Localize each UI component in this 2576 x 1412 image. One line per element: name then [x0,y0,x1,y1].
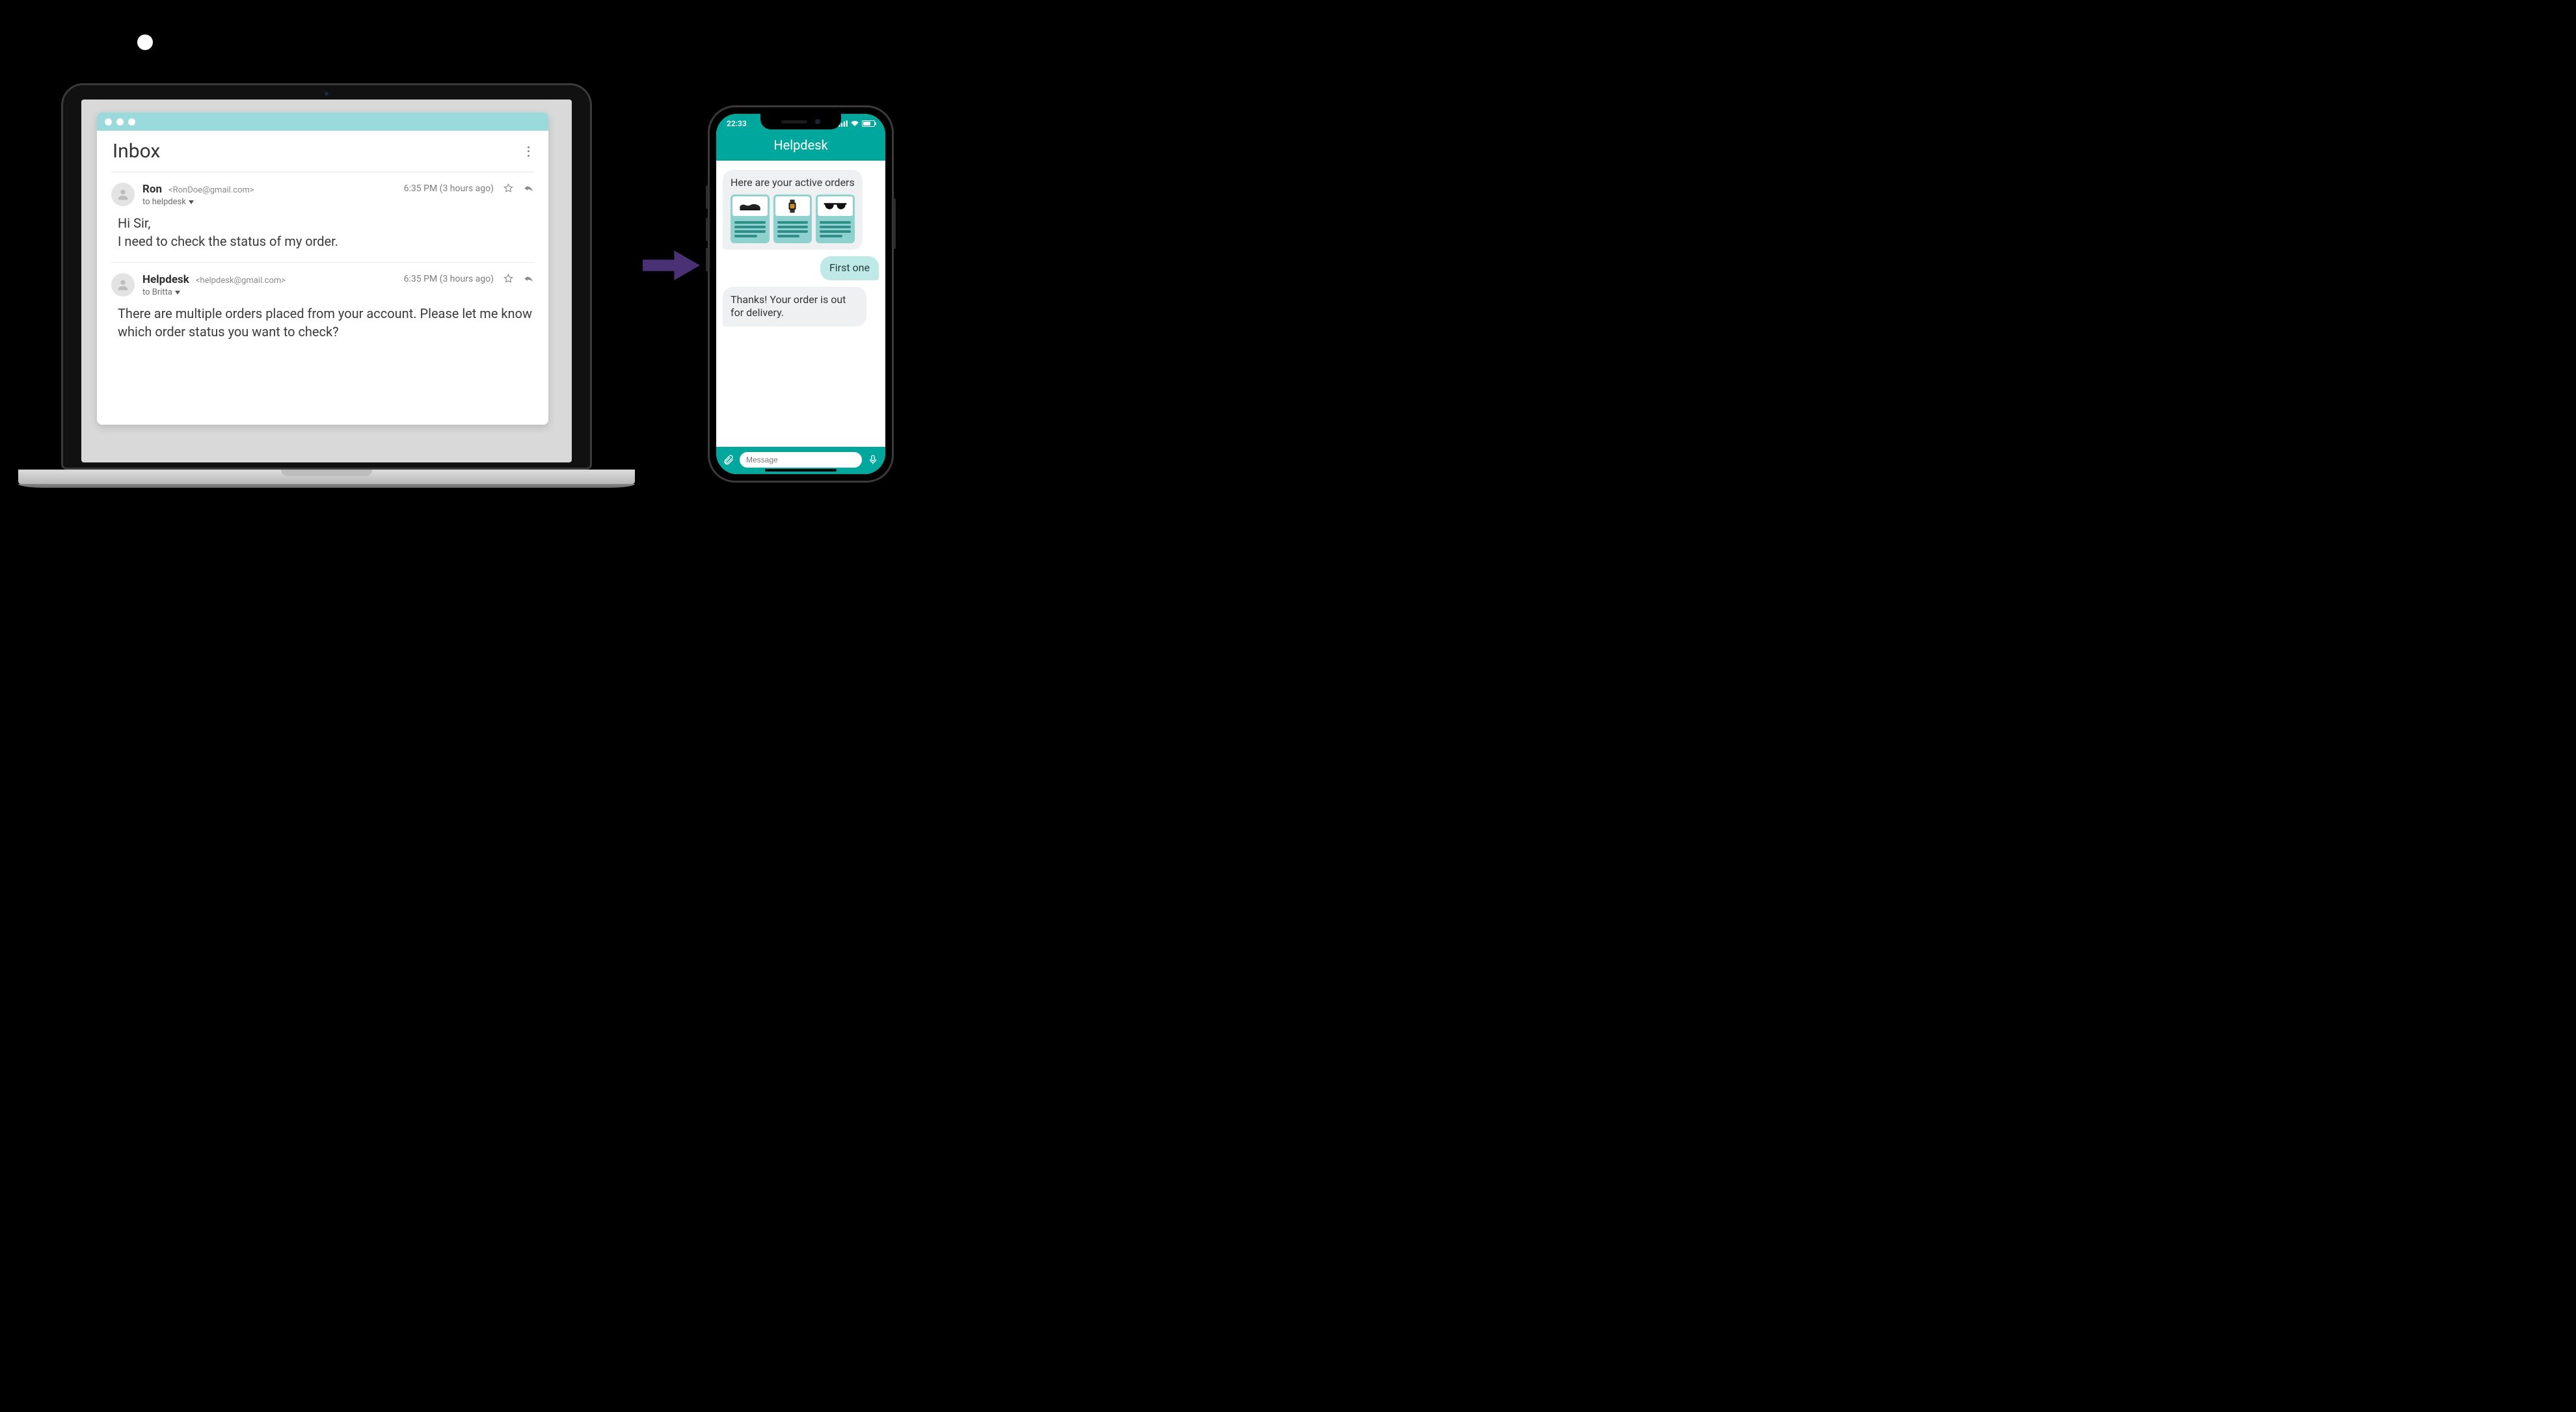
email-body: Hi Sir, I need to check the status of my… [118,215,534,250]
chat-area: Here are your active orders [716,161,885,447]
wifi-icon [850,120,859,127]
reply-icon[interactable] [523,273,534,284]
battery-icon [862,120,875,127]
mic-icon[interactable] [867,454,879,466]
email-time: 6:35 PM (3 hours ago) [404,274,494,284]
window-control-minimize[interactable] [116,118,124,126]
sender-name: Ron [142,183,162,196]
phone: 22:33 Helpdesk Here are your active orde… [708,105,894,483]
attach-icon[interactable] [723,454,734,466]
to-line: to Britta [142,287,172,297]
home-indicator[interactable] [765,469,837,472]
message-input[interactable] [740,452,862,468]
order-card[interactable] [816,194,855,243]
sender-email: <RonDoe@gmail.com> [168,185,254,195]
window-content: Inbox Ron [97,131,548,358]
app-title: Helpdesk [773,137,827,153]
user-message: First one [820,256,879,280]
order-cards [731,194,855,243]
bot-message: Thanks! Your order is out for delivery. [723,287,866,326]
order-card[interactable] [731,194,770,243]
window-control-close[interactable] [105,118,112,126]
shoe-icon [732,196,768,216]
bot-message-text: Thanks! Your order is out for delivery. [731,293,846,319]
laptop-screen: Inbox Ron [81,100,572,462]
email-message: Helpdesk <helpdesk@gmail.com> to Britta … [111,263,534,353]
sender-name: Helpdesk [142,273,189,286]
avatar-icon [111,273,135,297]
email-window: Inbox Ron [97,113,548,425]
email-time: 6:35 PM (3 hours ago) [404,183,494,194]
watch-icon [775,196,811,216]
email-message: Ron <RonDoe@gmail.com> to helpdesk 6:35 … [111,172,534,263]
bot-message-text: Here are your active orders [731,176,855,189]
chevron-down-icon[interactable] [175,291,180,295]
window-control-maximize[interactable] [128,118,135,126]
laptop-body: Inbox Ron [61,83,592,470]
window-titlebar [97,113,548,131]
chevron-down-icon[interactable] [189,200,194,204]
avatar-icon [111,183,135,206]
arrow-right-icon [643,247,700,284]
star-icon[interactable] [503,183,514,194]
phone-screen: 22:33 Helpdesk Here are your active orde… [716,114,885,474]
user-message-text: First one [829,261,870,274]
app-header: Helpdesk [716,133,885,161]
laptop-base [18,470,635,484]
order-card[interactable] [773,194,812,243]
decorative-dot [137,34,153,50]
laptop: Inbox Ron [18,83,635,484]
more-options-icon[interactable] [524,145,533,158]
inbox-header: Inbox [111,131,534,172]
star-icon[interactable] [503,273,514,284]
bot-message: Here are your active orders [723,170,863,250]
email-body: There are multiple orders placed from yo… [118,305,534,341]
sender-email: <helpdesk@gmail.com> [196,276,286,286]
to-line: to helpdesk [142,197,186,207]
inbox-title: Inbox [113,140,160,163]
reply-icon[interactable] [523,183,534,194]
sunglasses-icon [818,196,853,216]
phone-notch [760,114,841,129]
status-time: 22:33 [727,119,747,128]
